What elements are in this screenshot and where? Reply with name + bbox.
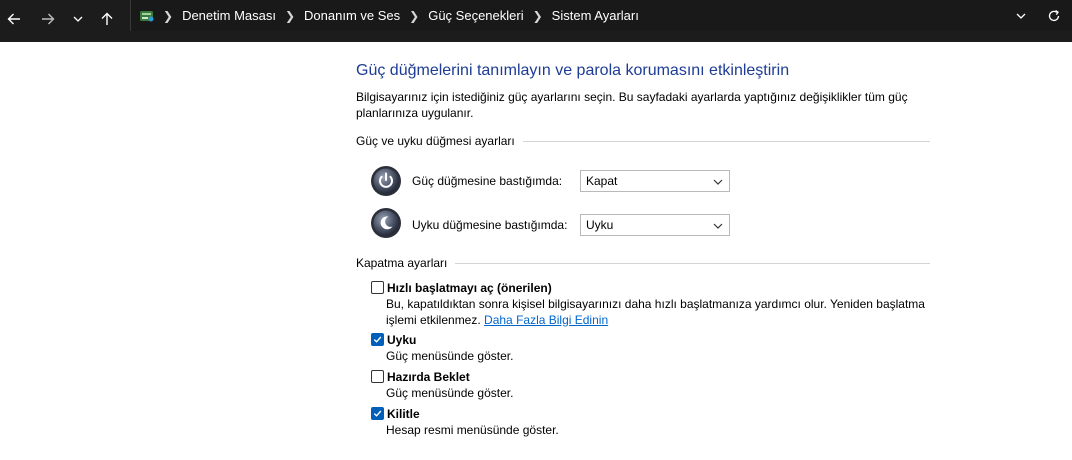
hibernate-label[interactable]: Hazırda Beklet	[387, 370, 470, 384]
checkmark-icon	[373, 410, 382, 417]
power-button-row	[370, 165, 402, 197]
learn-more-link[interactable]: Daha Fazla Bilgi Edinin	[484, 313, 608, 327]
recent-locations-button[interactable]	[64, 5, 92, 33]
sleep-button-row	[370, 207, 402, 239]
breadcrumb: ❯ Denetim Masası ❯ Donanım ve Ses ❯ Güç …	[139, 0, 639, 31]
chevron-down-icon	[73, 16, 83, 22]
sleep-button-label: Uyku düğmesine bastığımda:	[412, 218, 568, 232]
sleep-option: Uyku	[371, 332, 416, 347]
section-divider	[455, 262, 930, 264]
sleep-button-icon	[371, 208, 401, 238]
sleep-label[interactable]: Uyku	[387, 333, 416, 347]
chevron-down-icon	[1016, 13, 1026, 19]
chevron-down-icon	[713, 223, 723, 229]
address-bar[interactable]: ❯ Denetim Masası ❯ Donanım ve Ses ❯ Güç …	[130, 0, 1072, 31]
forward-button[interactable]	[34, 5, 62, 33]
page-description: Bilgisayarınız için istediğiniz güç ayar…	[356, 90, 908, 120]
address-toolbar: ❯ Denetim Masası ❯ Donanım ve Ses ❯ Güç …	[0, 0, 1072, 42]
chevron-right-icon: ❯	[163, 8, 174, 23]
arrow-right-icon	[42, 13, 55, 25]
breadcrumb-system-settings[interactable]: Sistem Ayarları	[552, 8, 639, 23]
fast-startup-label[interactable]: Hızlı başlatmayı aç (önerilen)	[387, 281, 552, 295]
back-button[interactable]	[0, 5, 28, 33]
power-button-label: Güç düğmesine bastığımda:	[412, 174, 563, 188]
hibernate-description: Güç menüsünde göster.	[386, 386, 514, 400]
section-title: Kapatma ayarları	[356, 256, 448, 270]
sleep-checkbox[interactable]	[371, 333, 384, 346]
control-panel-icon	[140, 10, 154, 21]
arrow-up-icon	[101, 12, 113, 25]
chevron-right-icon: ❯	[284, 8, 296, 23]
fast-startup-option: Hızlı başlatmayı aç (önerilen)	[371, 280, 552, 295]
chevron-right-icon: ❯	[409, 8, 420, 23]
checkmark-icon	[373, 336, 382, 343]
sleep-description: Güç menüsünde göster.	[386, 349, 514, 363]
section-divider	[522, 140, 930, 142]
description-text: Bu, kapatıldıktan sonra kişisel bilgisay…	[386, 297, 925, 327]
up-button[interactable]	[93, 5, 121, 33]
lock-description: Hesap resmi menüsünde göster.	[386, 423, 559, 437]
power-button-action-select[interactable]: Kapat	[580, 170, 730, 192]
select-value: Kapat	[586, 174, 618, 188]
hibernate-checkbox[interactable]	[371, 370, 384, 383]
arrow-left-icon	[7, 13, 20, 25]
breadcrumb-control-panel[interactable]: Denetim Masası	[182, 8, 276, 23]
select-value: Uyku	[586, 218, 614, 232]
chevron-down-icon	[713, 179, 723, 185]
fast-startup-checkbox[interactable]	[371, 281, 384, 294]
fast-startup-description: Bu, kapatıldıktan sonra kişisel bilgisay…	[386, 297, 926, 328]
page-title: Güç düğmelerini tanımlayın ve parola kor…	[356, 62, 790, 79]
refresh-icon	[1048, 9, 1060, 21]
shutdown-section-header: Kapatma ayarları	[356, 256, 930, 270]
breadcrumb-hardware-sound[interactable]: Donanım ve Ses	[304, 8, 400, 23]
breadcrumb-power-options[interactable]: Güç Seçenekleri	[428, 8, 523, 23]
power-section-header: Güç ve uyku düğmesi ayarları	[356, 134, 930, 148]
chevron-right-icon: ❯	[532, 8, 543, 23]
power-button-icon	[371, 166, 401, 196]
lock-checkbox[interactable]	[371, 407, 384, 420]
lock-label[interactable]: Kilitle	[387, 407, 420, 421]
refresh-button[interactable]	[1047, 0, 1061, 31]
lock-option: Kilitle	[371, 406, 420, 421]
section-title: Güç ve uyku düğmesi ayarları	[356, 134, 515, 148]
address-history-button[interactable]	[1015, 0, 1027, 31]
hibernate-option: Hazırda Beklet	[371, 369, 470, 384]
sleep-button-action-select[interactable]: Uyku	[580, 214, 730, 236]
